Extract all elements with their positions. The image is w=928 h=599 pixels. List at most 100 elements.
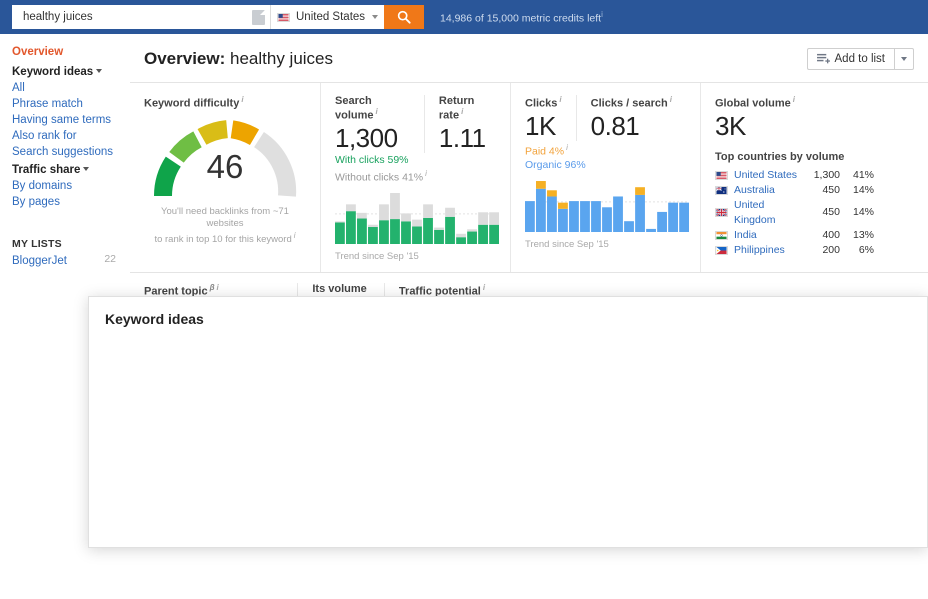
in-flag-icon: [715, 230, 728, 240]
info-icon[interactable]: i: [566, 143, 568, 152]
label-text: Clicks: [525, 97, 558, 110]
organic-label: Organic 96%: [525, 159, 586, 172]
sidebar-item-also-rank-for[interactable]: Also rank for: [12, 128, 130, 144]
search-input[interactable]: [21, 10, 252, 24]
ph-flag-icon: [715, 245, 728, 255]
credits-info-icon[interactable]: i: [601, 10, 603, 19]
note-line-1: You'll need backlinks from ~71 websites: [161, 205, 289, 229]
my-list-name[interactable]: BloggerJet: [12, 253, 67, 269]
search-volume-metric: Search volume i 1,300: [335, 95, 410, 153]
caret-down-icon: [83, 167, 90, 171]
return-rate-label: Return rate i: [439, 95, 496, 122]
country-percent: 14%: [852, 183, 874, 196]
page-title: Overview: healthy juices: [144, 49, 333, 69]
sidebar-item-by-pages[interactable]: By pages: [12, 194, 130, 210]
search-button[interactable]: [384, 5, 424, 29]
search-volume-bars: [335, 193, 499, 245]
sidebar-group-label: Keyword ideas: [12, 66, 94, 78]
sidebar-item-phrase-match[interactable]: Phrase match: [12, 96, 130, 112]
chevron-down-icon: [372, 15, 378, 19]
keyword-ideas-title: Keyword ideas: [105, 311, 204, 327]
document-icon[interactable]: [252, 9, 265, 25]
sidebar-item-having-same-terms[interactable]: Having same terms: [12, 112, 130, 128]
page-title-prefix: Overview:: [144, 49, 226, 68]
search-controls: United States: [12, 5, 424, 29]
keyword-difficulty-note: You'll need backlinks from ~71 websites …: [144, 206, 306, 246]
country-name-link[interactable]: United States: [734, 168, 800, 183]
sidebar-traffic-share-list: By domains By pages: [12, 178, 130, 210]
sidebar-item-overview[interactable]: Overview: [12, 44, 130, 60]
clicks-pair: Clicks i 1K Clicks / search i 0.81: [525, 95, 686, 141]
with-clicks-label: With clicks 59%: [335, 153, 409, 166]
page-header: Overview: healthy juices Add to list: [130, 34, 928, 83]
page-title-keyword: healthy juices: [230, 49, 334, 68]
country-name-link[interactable]: India: [734, 228, 800, 243]
keyword-difficulty-gauge: 46: [150, 116, 300, 202]
gb-flag-icon: [715, 208, 728, 218]
info-icon[interactable]: i: [217, 283, 219, 292]
country-volume: 450: [822, 206, 840, 219]
country-name-link[interactable]: Australia: [734, 183, 800, 198]
search-icon: [397, 10, 411, 24]
caret-down-icon: [96, 69, 103, 73]
my-lists-title[interactable]: MY LISTS: [12, 238, 130, 250]
search-volume-value: 1,300: [335, 122, 398, 153]
info-icon[interactable]: i: [461, 107, 463, 116]
list-item[interactable]: BloggerJet 22: [12, 253, 130, 269]
sidebar-item-all[interactable]: All: [12, 80, 130, 96]
label-text: Keyword difficulty: [144, 97, 240, 110]
info-icon[interactable]: i: [483, 283, 485, 292]
return-rate-value: 1.11: [438, 122, 486, 153]
country-selector[interactable]: United States: [270, 5, 384, 29]
without-clicks-label: Without clicks 41% i: [335, 167, 496, 185]
add-to-list-button[interactable]: Add to list: [806, 48, 894, 70]
info-icon[interactable]: i: [425, 169, 427, 178]
country-percent: 14%: [852, 206, 874, 219]
info-icon[interactable]: i: [670, 95, 672, 104]
info-icon[interactable]: i: [241, 95, 243, 104]
country-row: India 400 13%: [715, 228, 874, 243]
top-countries-title: Top countries by volume: [715, 150, 845, 163]
country-row: United States 1,300 41%: [715, 168, 874, 183]
global-volume-label: Global volume i: [715, 95, 874, 110]
search-volume-label: Search volume i: [335, 95, 410, 122]
clicks-metric: Clicks i 1K: [525, 95, 562, 141]
label-text: Clicks / search: [590, 97, 668, 110]
info-icon[interactable]: i: [376, 107, 378, 116]
clicks-per-search-metric: Clicks / search i 0.81: [575, 95, 672, 141]
chevron-down-icon: [901, 57, 907, 61]
info-icon[interactable]: i: [559, 95, 561, 104]
sidebar-group-label: Traffic share: [12, 164, 81, 176]
global-volume-card: Global volume i 3K Top countries by volum…: [700, 83, 886, 273]
sidebar-item-search-suggestions[interactable]: Search suggestions: [12, 144, 130, 160]
add-to-list-dropdown-button[interactable]: [894, 48, 914, 70]
sidebar-group-keyword-ideas[interactable]: Keyword ideas: [12, 64, 130, 80]
metrics-strip: Keyword difficulty i 46 You'll need backl…: [130, 83, 928, 274]
paid-label: Paid 4% i: [525, 141, 686, 159]
country-name-link[interactable]: Philippines: [734, 243, 800, 258]
clicks-label: Clicks i: [525, 95, 562, 110]
global-volume-value: 3K: [715, 110, 746, 141]
us-flag-icon: [715, 170, 728, 180]
sidebar-item-by-domains[interactable]: By domains: [12, 178, 130, 194]
country-name: United States: [296, 11, 366, 23]
country-name-link[interactable]: United Kingdom: [734, 198, 800, 228]
label-text: Search volume: [335, 95, 374, 122]
sidebar-group-traffic-share[interactable]: Traffic share: [12, 162, 130, 178]
keyword-ideas-panel: Keyword ideas: [88, 296, 928, 548]
country-percent: 6%: [858, 243, 874, 256]
info-icon[interactable]: i: [793, 95, 795, 104]
note-line-2: to rank in top 10 for this keyword: [154, 233, 292, 245]
credits-text: 14,986 of 15,000 metric credits left: [440, 12, 602, 25]
keyword-search-box[interactable]: [12, 5, 270, 29]
my-list-count: 22: [104, 253, 116, 265]
its-volume-label: Its volume: [312, 283, 367, 296]
keyword-difficulty-value: 46: [206, 147, 244, 185]
label-text: Return rate: [438, 95, 475, 122]
info-icon[interactable]: i: [294, 231, 296, 240]
country-volume: 400: [822, 228, 840, 241]
country-volume: 1,300: [813, 168, 840, 181]
clicks-card: Clicks i 1K Clicks / search i 0.81 Paid 4%…: [510, 83, 700, 273]
add-to-list-label: Add to list: [834, 53, 886, 65]
search-volume-trend-label: Trend since Sep '15: [335, 251, 419, 263]
